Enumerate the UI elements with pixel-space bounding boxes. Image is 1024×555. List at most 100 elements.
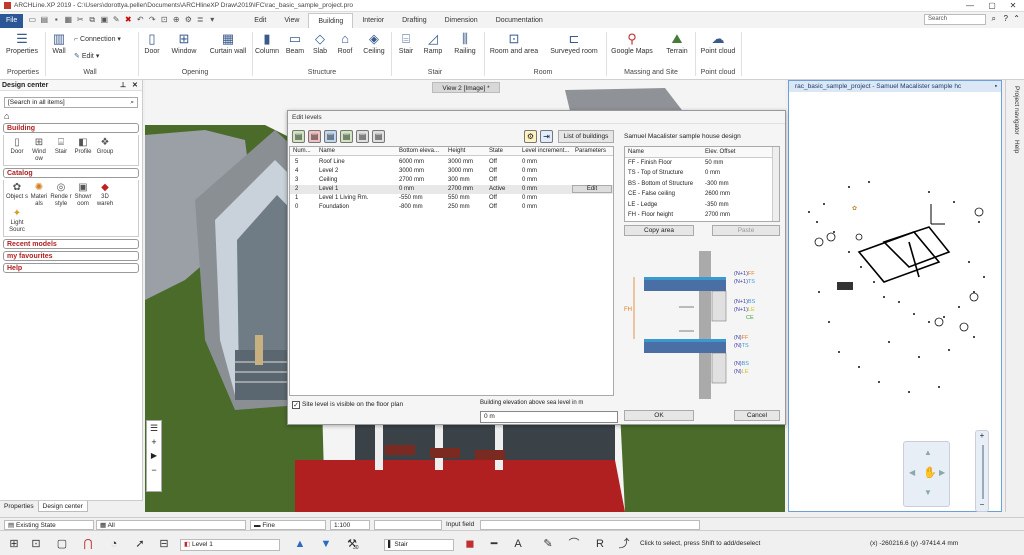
new-icon[interactable]: ▭ <box>27 15 37 25</box>
offset-row[interactable]: FH - Floor height 2700 mm <box>625 210 779 221</box>
paint-icon[interactable]: ✎ <box>111 15 121 25</box>
section-favourites[interactable]: my favourites <box>3 251 139 261</box>
search-input[interactable]: Search <box>924 14 986 25</box>
project-navigator-tab[interactable]: Project navigator <box>1013 86 1020 135</box>
table-row[interactable]: 5 Roof Line 6000 mm 3000 mm Off 0 mm <box>290 158 613 167</box>
design-center-search[interactable]: [Search in all items] ⌕ <box>4 97 138 108</box>
offset-row[interactable]: CE - False ceiling 2600 mm <box>625 189 779 200</box>
snap-icon[interactable]: ⌒ <box>566 536 582 552</box>
section-help[interactable]: Help <box>3 263 139 273</box>
nav-right-icon[interactable]: ▶ <box>939 468 945 477</box>
paste-icon[interactable]: ▣ <box>99 15 109 25</box>
home-icon[interactable]: ⌂ <box>4 111 14 121</box>
beam-button[interactable]: ▭ Beam <box>283 32 307 56</box>
surveyed-room-button[interactable]: ⊏ Surveyed room <box>546 32 602 56</box>
dc-stair[interactable]: ⌸ Stair <box>50 137 72 163</box>
level-edit-button[interactable]: Edit <box>572 185 612 193</box>
ramp-button[interactable]: ◿ Ramp <box>421 32 445 56</box>
level-up-icon[interactable]: ▲ <box>292 536 308 552</box>
zoom-slider[interactable]: + − <box>975 430 989 512</box>
delete-level-icon[interactable]: ▤ <box>308 130 321 143</box>
dc-render-style[interactable]: ◎ Rende r style <box>50 182 72 208</box>
tab-view[interactable]: View <box>275 13 308 28</box>
measure-icon[interactable]: ⊡ <box>159 15 169 25</box>
offset-row[interactable]: FF - Finish Floor 50 mm <box>625 158 779 169</box>
stair-button[interactable]: ⌸ Stair <box>394 32 418 56</box>
text-style-icon[interactable]: A <box>510 536 526 552</box>
elevation-input[interactable]: 0 m <box>480 411 618 423</box>
add-level-icon[interactable]: ▤ <box>292 130 305 143</box>
play-icon[interactable]: ▶ <box>147 449 161 463</box>
google-maps-button[interactable]: ⚲ Google Maps <box>609 32 655 56</box>
nav-left-icon[interactable]: ◀ <box>909 468 915 477</box>
settings-icon[interactable]: ⚙ <box>183 15 193 25</box>
tab-building[interactable]: Building <box>308 13 354 28</box>
maximize-button[interactable]: ▢ <box>982 0 1002 12</box>
level-down-icon[interactable]: ▼ <box>318 536 334 552</box>
zoom-window-icon[interactable]: ⊟ <box>156 536 172 552</box>
nav-down-icon[interactable]: ▼ <box>924 488 932 497</box>
list-of-buildings-button[interactable]: List of buildings <box>558 130 614 143</box>
undo-icon[interactable]: ↶ <box>135 15 145 25</box>
tab-design-center[interactable]: Design center <box>37 501 88 512</box>
minus-icon[interactable]: − <box>147 463 161 477</box>
dc-light-source[interactable]: ✦ Light Sourc <box>6 208 28 234</box>
layer-select[interactable]: ▦ All <box>96 520 246 530</box>
level-settings-icon[interactable]: ⚙ <box>524 130 537 143</box>
site-level-checkbox[interactable]: ✓ <box>292 401 300 409</box>
open-icon[interactable]: ▤ <box>39 15 49 25</box>
pin-icon[interactable]: ⊥ <box>120 80 126 91</box>
table-row-active[interactable]: 2 Level 10 mm 2700 mm Active 0 mm Edit <box>290 185 613 194</box>
search-icon[interactable]: ⌕ <box>992 14 996 24</box>
dc-3d-warehouse[interactable]: ◆ 3D wareh <box>94 182 116 208</box>
save-icon[interactable]: ▪ <box>51 15 61 25</box>
offsets-scrollbar[interactable] <box>772 147 779 221</box>
terrain-button[interactable]: ⛰ Terrain <box>662 32 692 56</box>
paste-button[interactable]: Paste <box>712 225 780 236</box>
railing-button[interactable]: ⫼ Railing <box>450 32 480 56</box>
grid-icon[interactable]: ⊞ <box>6 536 22 552</box>
dc-materials[interactable]: ✺ Materi als <box>28 182 50 208</box>
tab-documentation[interactable]: Documentation <box>487 13 552 28</box>
room-and-area-button[interactable]: ⊡ Room and area <box>487 32 541 56</box>
ribbon-options-icon[interactable]: ⌃ <box>1013 14 1020 23</box>
input-field[interactable] <box>480 520 700 530</box>
scale-select[interactable]: 1:100 <box>330 520 370 530</box>
layers-icon[interactable]: ≣ <box>195 15 205 25</box>
line-select[interactable]: ▬ Fine <box>250 520 326 530</box>
copy-area-button[interactable]: Copy area <box>624 225 694 236</box>
ok-button[interactable]: OK <box>624 410 694 421</box>
plan-view[interactable]: rac_basic_sample_project - Samuel Macali… <box>788 80 1002 512</box>
dc-profile[interactable]: ◧ Profile <box>72 137 94 163</box>
zoom-icon[interactable]: ⊕ <box>171 15 181 25</box>
magnet-icon[interactable]: ⋂ <box>80 536 96 552</box>
move-level-icon[interactable]: ▤ <box>356 130 369 143</box>
select-icon[interactable]: ⊡ <box>28 536 44 552</box>
hand-icon[interactable]: ✋ <box>923 466 937 479</box>
blank-field[interactable] <box>374 520 442 530</box>
delete-icon[interactable]: ✖ <box>123 15 133 25</box>
offset-row[interactable]: LE - Ledge -350 mm <box>625 200 779 211</box>
nav-up-icon[interactable]: ▲ <box>924 448 932 457</box>
window-button[interactable]: ⊞ Window <box>170 32 198 56</box>
insert-above-icon[interactable]: ▤ <box>324 130 337 143</box>
connect-icon[interactable]: ⤴ <box>616 536 632 552</box>
plan-close-icon[interactable]: ▪ <box>995 81 997 92</box>
view-tab[interactable]: View 2 [Image] * <box>432 82 500 93</box>
offset-row[interactable]: BS - Bottom of Structure -300 mm <box>625 179 779 190</box>
tab-drafting[interactable]: Drafting <box>393 13 436 28</box>
table-row[interactable]: 0 Foundation -800 mm 250 mm Off 0 mm <box>290 203 613 212</box>
frame-icon[interactable]: ▢ <box>54 536 70 552</box>
connection-button[interactable]: ⌐ Connection ▾ <box>74 35 130 43</box>
pencil-icon[interactable]: ✎ <box>540 536 556 552</box>
tab-properties[interactable]: Properties <box>0 501 38 512</box>
offset-row[interactable]: TS - Top of Structure 0 mm <box>625 168 779 179</box>
navigation-cube[interactable]: ▲ ◀ ✋ ▶ ▼ <box>903 441 950 507</box>
color-icon[interactable]: ◼ <box>462 536 478 552</box>
close-button[interactable]: ✕ <box>1003 0 1023 12</box>
dc-group[interactable]: ❖ Group <box>94 137 116 163</box>
print-icon[interactable]: ▦ <box>63 15 73 25</box>
plus-icon[interactable]: + <box>147 435 161 449</box>
section-catalog[interactable]: Catalog <box>3 168 139 178</box>
fan-icon[interactable]: ◔ <box>106 536 122 552</box>
